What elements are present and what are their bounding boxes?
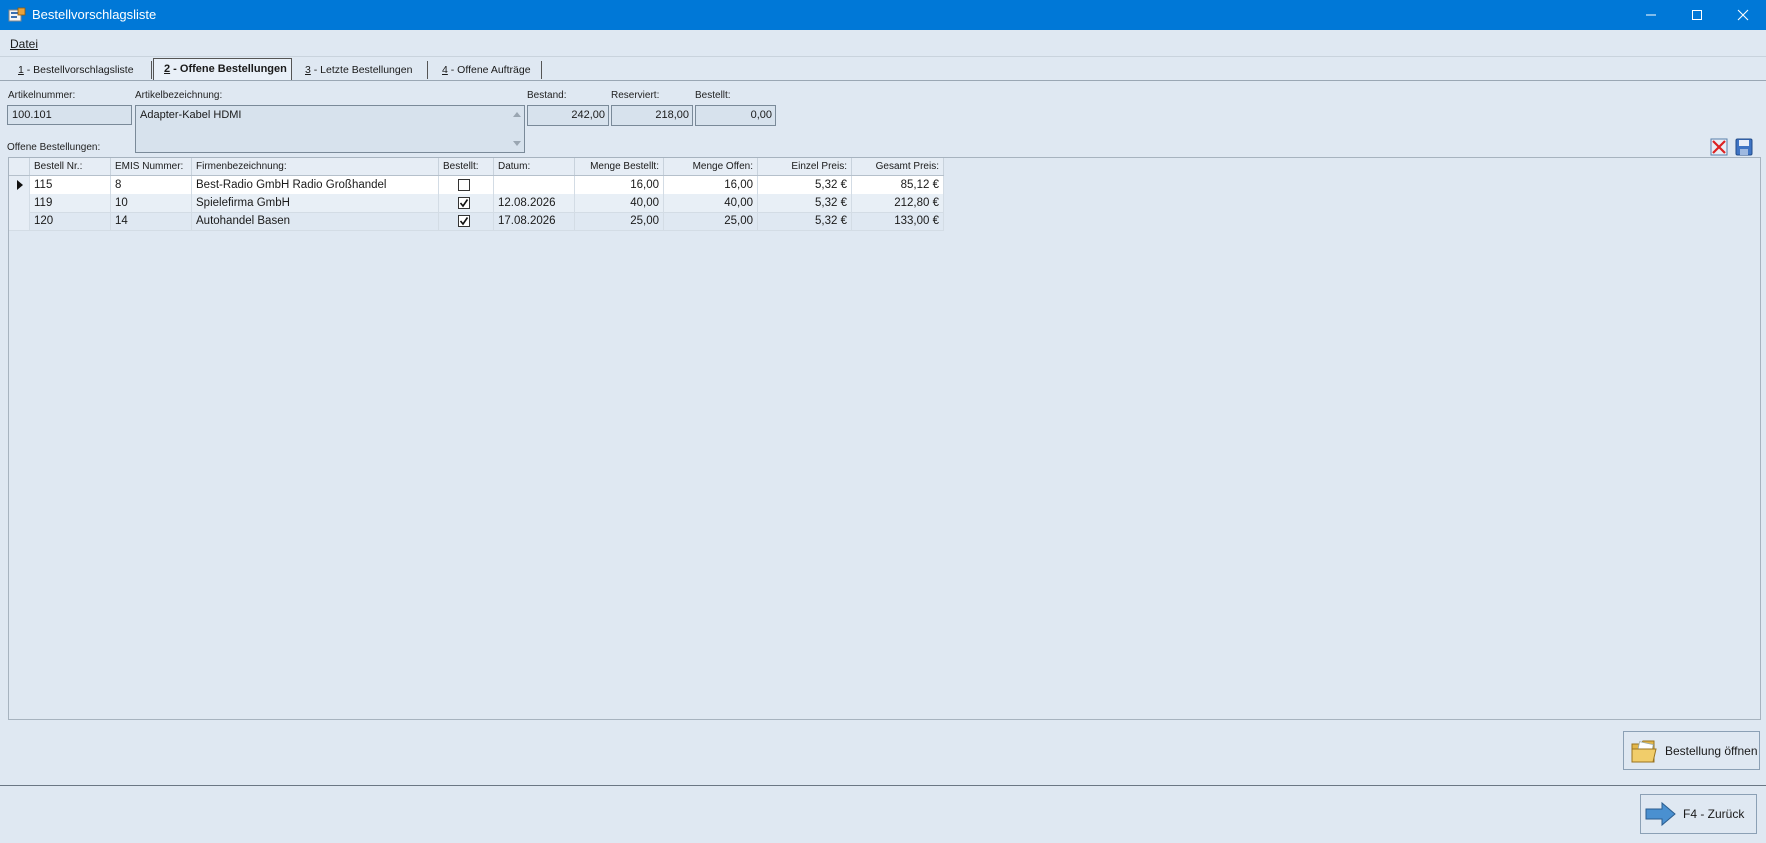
menu-datei[interactable]: Datei [10, 37, 38, 51]
scroll-arrows-icon [513, 112, 521, 146]
cell-emis[interactable]: 8 [111, 176, 192, 194]
row-selector[interactable] [9, 212, 30, 230]
col-datum[interactable]: Datum: [494, 158, 575, 175]
offene-bestellungen-grid[interactable]: Bestell Nr.: EMIS Nummer: Firmenbezeichn… [8, 157, 1761, 720]
col-bestellt[interactable]: Bestellt: [439, 158, 494, 175]
col-emis-nummer[interactable]: EMIS Nummer: [111, 158, 192, 175]
cell-menge-bestellt[interactable]: 16,00 [575, 176, 664, 194]
tab-letzte-bestellungen[interactable]: 3 - Letzte Bestellungen [295, 61, 428, 79]
folder-icon [1631, 740, 1657, 762]
cell-menge-bestellt[interactable]: 25,00 [575, 212, 664, 230]
col-einzel-preis[interactable]: Einzel Preis: [758, 158, 852, 175]
tab-offene-bestellungen[interactable]: 2 - Offene Bestellungen [153, 58, 292, 80]
artikelbezeichnung-label: Artikelbezeichnung: [135, 90, 223, 101]
cell-bestellt[interactable] [439, 176, 494, 194]
delete-x-icon [1710, 138, 1728, 156]
cell-emis[interactable]: 14 [111, 212, 192, 230]
artikelnummer-field[interactable]: 100.101 [7, 105, 132, 125]
cell-firma[interactable]: Best-Radio GmbH Radio Großhandel [192, 176, 439, 194]
bestellt-checkbox[interactable] [458, 197, 470, 209]
reserviert-field[interactable]: 218,00 [611, 105, 693, 126]
bottom-divider [0, 785, 1766, 786]
cell-gesamt-preis[interactable]: 85,12 € [852, 176, 944, 194]
reserviert-label: Reserviert: [611, 90, 660, 101]
cell-datum[interactable]: 12.08.2026 [494, 194, 575, 212]
table-row[interactable]: 115 8 Best-Radio GmbH Radio Großhandel 1… [9, 176, 944, 195]
maximize-button[interactable] [1674, 0, 1720, 30]
bestand-label: Bestand: [527, 90, 567, 101]
cell-bestellt[interactable] [439, 194, 494, 212]
bestand-field[interactable]: 242,00 [527, 105, 609, 126]
arrow-right-icon [1645, 801, 1676, 827]
menu-bar: Datei [0, 30, 1766, 57]
delete-button[interactable] [1710, 138, 1728, 156]
grid-header: Bestell Nr.: EMIS Nummer: Firmenbezeichn… [9, 158, 944, 176]
cell-datum[interactable]: 17.08.2026 [494, 212, 575, 230]
col-menge-bestellt[interactable]: Menge Bestellt: [575, 158, 664, 175]
cell-einzel-preis[interactable]: 5,32 € [758, 212, 852, 230]
cell-einzel-preis[interactable]: 5,32 € [758, 194, 852, 212]
close-button[interactable] [1720, 0, 1766, 30]
cell-einzel-preis[interactable]: 5,32 € [758, 176, 852, 194]
table-row[interactable]: 119 10 Spielefirma GmbH 12.08.2026 40,00… [9, 194, 944, 213]
tab-bestellvorschlagsliste[interactable]: 1 - Bestellvorschlagsliste [8, 61, 152, 79]
maximize-icon [1692, 10, 1702, 20]
cell-firma[interactable]: Spielefirma GmbH [192, 194, 439, 212]
close-icon [1737, 9, 1749, 21]
bestellt-field[interactable]: 0,00 [695, 105, 776, 126]
cell-menge-bestellt[interactable]: 40,00 [575, 194, 664, 212]
row-selector[interactable] [9, 194, 30, 212]
bestellt-label: Bestellt: [695, 90, 731, 101]
cell-emis[interactable]: 10 [111, 194, 192, 212]
zurueck-button[interactable]: F4 - Zurück [1640, 794, 1757, 834]
bestellung-oeffnen-button[interactable]: Bestellung öffnen [1623, 731, 1760, 770]
table-row[interactable]: 120 14 Autohandel Basen 17.08.2026 25,00… [9, 212, 944, 231]
cell-gesamt-preis[interactable]: 212,80 € [852, 194, 944, 212]
cell-bestell-nr[interactable]: 119 [30, 194, 111, 212]
artikelbezeichnung-field[interactable]: Adapter-Kabel HDMI [135, 105, 525, 153]
row-header-corner [9, 158, 30, 175]
row-selector[interactable] [9, 176, 30, 194]
zurueck-label: F4 - Zurück [1683, 807, 1745, 821]
window-title: Bestellvorschlagsliste [32, 7, 157, 22]
tab-offene-auftraege[interactable]: 4 - Offene Aufträge [432, 61, 542, 79]
cell-firma[interactable]: Autohandel Basen [192, 212, 439, 230]
save-button[interactable] [1735, 138, 1753, 156]
cell-bestell-nr[interactable]: 120 [30, 212, 111, 230]
checkmark-icon [459, 217, 469, 226]
tab-strip: 1 - Bestellvorschlagsliste 2 - Offene Be… [0, 57, 1766, 81]
floppy-save-icon [1735, 138, 1753, 156]
minimize-button[interactable] [1628, 0, 1674, 30]
col-menge-offen[interactable]: Menge Offen: [664, 158, 758, 175]
checkmark-icon [459, 199, 469, 208]
bestellung-oeffnen-label: Bestellung öffnen [1665, 743, 1758, 758]
cell-gesamt-preis[interactable]: 133,00 € [852, 212, 944, 230]
col-gesamt-preis[interactable]: Gesamt Preis: [852, 158, 944, 175]
offene-bestellungen-label: Offene Bestellungen: [7, 142, 101, 153]
cell-menge-offen[interactable]: 16,00 [664, 176, 758, 194]
app-icon [8, 7, 26, 23]
col-firmenbezeichnung[interactable]: Firmenbezeichnung: [192, 158, 439, 175]
bestellt-checkbox[interactable] [458, 215, 470, 227]
cell-datum[interactable] [494, 176, 575, 194]
cell-menge-offen[interactable]: 25,00 [664, 212, 758, 230]
title-bar: Bestellvorschlagsliste [0, 0, 1766, 30]
artikelbezeichnung-text: Adapter-Kabel HDMI [140, 109, 242, 121]
row-pointer-icon [17, 180, 23, 190]
artikelnummer-label: Artikelnummer: [8, 90, 76, 101]
minimize-icon [1646, 14, 1656, 16]
cell-menge-offen[interactable]: 40,00 [664, 194, 758, 212]
artikelbezeichnung-scrollbar[interactable] [510, 106, 524, 152]
cell-bestell-nr[interactable]: 115 [30, 176, 111, 194]
cell-bestellt[interactable] [439, 212, 494, 230]
col-bestell-nr[interactable]: Bestell Nr.: [30, 158, 111, 175]
bestellt-checkbox[interactable] [458, 179, 470, 191]
